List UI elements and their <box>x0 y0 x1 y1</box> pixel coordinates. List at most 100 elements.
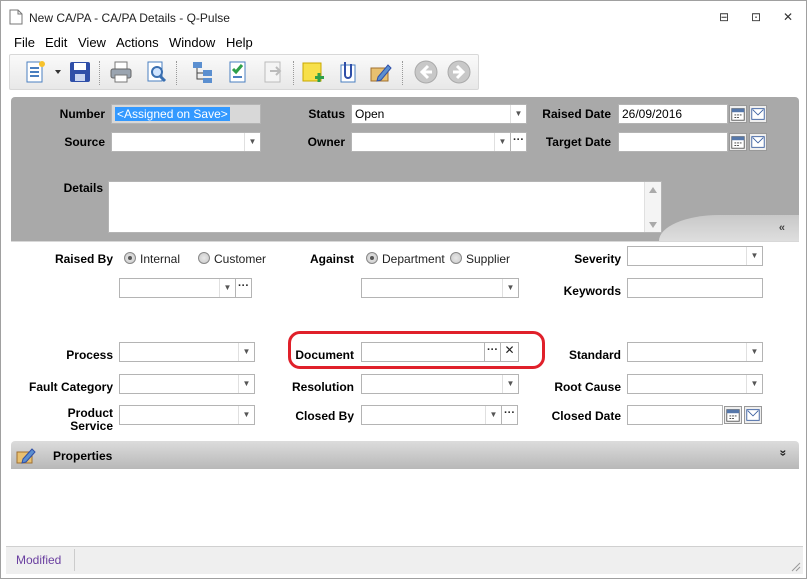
document-clear-button[interactable]: ✕ <box>500 342 519 362</box>
raised-by-name-dropdown[interactable]: ▼ <box>119 278 236 298</box>
print-preview-icon[interactable] <box>143 59 169 85</box>
details-label: Details <box>63 181 103 195</box>
raised-by-customer-radio[interactable] <box>198 252 210 264</box>
chevron-down-icon[interactable]: ▼ <box>746 375 762 393</box>
status-text: Modified <box>16 553 62 567</box>
calendar-icon[interactable] <box>729 105 747 123</box>
scroll-up-icon[interactable] <box>649 187 657 193</box>
raised-by-internal-radio[interactable] <box>124 252 136 264</box>
raised-by-internal-label: Internal <box>140 252 181 266</box>
edit-record-icon[interactable] <box>368 59 394 85</box>
document-label: Document <box>295 348 354 362</box>
owner-ellipsis-button[interactable]: ··· <box>510 132 527 152</box>
root-cause-dropdown[interactable]: ▼ <box>627 374 763 394</box>
menu-file[interactable]: File <box>14 35 35 50</box>
details-textarea[interactable] <box>108 181 662 233</box>
standard-label: Standard <box>568 348 621 362</box>
standard-dropdown[interactable]: ▼ <box>627 342 763 362</box>
save-icon[interactable] <box>67 59 93 85</box>
expand-properties-icon[interactable]: » <box>777 450 791 457</box>
minimize-button[interactable]: ⊟ <box>711 7 737 27</box>
menu-view[interactable]: View <box>78 35 106 50</box>
checklist-icon[interactable] <box>225 59 251 85</box>
collapse-header-icon[interactable]: « <box>779 222 785 234</box>
chevron-down-icon[interactable]: ▼ <box>244 133 260 151</box>
chevron-down-icon[interactable]: ▼ <box>485 406 501 424</box>
menu-help[interactable]: Help <box>226 35 253 50</box>
process-label: Process <box>66 348 113 362</box>
fault-category-dropdown[interactable]: ▼ <box>119 374 255 394</box>
closed-by-ellipsis-button[interactable]: ··· <box>501 405 518 425</box>
source-dropdown[interactable]: ▼ <box>111 132 261 152</box>
raised-by-label: Raised By <box>54 252 113 266</box>
chevron-down-icon[interactable]: ▼ <box>746 343 762 361</box>
app-window: New CA/PA - CA/PA Details - Q-Pulse ⊟ ⊡ … <box>0 0 807 579</box>
fault-category-label: Fault Category <box>28 380 113 394</box>
status-divider <box>74 549 75 571</box>
chevron-down-icon[interactable]: ▼ <box>746 247 762 265</box>
calendar-icon[interactable] <box>724 406 742 424</box>
chevron-down-icon[interactable]: ▼ <box>238 375 254 393</box>
date-picker-icon[interactable] <box>749 133 767 151</box>
raised-by-ellipsis-button[interactable]: ··· <box>235 278 252 298</box>
owner-dropdown[interactable]: ▼ <box>351 132 511 152</box>
against-supplier-label: Supplier <box>466 252 511 266</box>
process-dropdown[interactable]: ▼ <box>119 342 255 362</box>
close-button[interactable]: ✕ <box>775 7 801 27</box>
status-value: Open <box>355 107 385 121</box>
chevron-down-icon[interactable]: ▼ <box>238 343 254 361</box>
hierarchy-icon[interactable] <box>190 59 216 85</box>
restore-button[interactable]: ⊡ <box>743 7 769 27</box>
keywords-input[interactable] <box>627 278 763 298</box>
target-date-field[interactable] <box>618 132 728 152</box>
raised-date-label: Raised Date <box>542 107 611 121</box>
number-label: Number <box>59 107 105 121</box>
toolbar-separator <box>402 61 403 85</box>
chevron-down-icon[interactable]: ▼ <box>510 105 526 123</box>
closed-by-dropdown[interactable]: ▼ <box>361 405 502 425</box>
raised-date-field[interactable]: 26/09/2016 <box>618 104 728 124</box>
product-label: Product <box>67 406 113 420</box>
toolbar-separator <box>293 61 294 85</box>
new-dropdown-icon[interactable] <box>54 68 62 76</box>
chevron-down-icon[interactable]: ▼ <box>502 279 518 297</box>
number-value: <Assigned on Save> <box>115 107 230 121</box>
against-label: Against <box>309 252 354 266</box>
chevron-down-icon[interactable]: ▼ <box>219 279 235 297</box>
new-document-icon[interactable] <box>22 59 48 85</box>
against-department-radio[interactable] <box>366 252 378 264</box>
menu-actions[interactable]: Actions <box>116 35 159 50</box>
chevron-down-icon[interactable]: ▼ <box>502 375 518 393</box>
severity-dropdown[interactable]: ▼ <box>627 246 763 266</box>
chevron-down-icon[interactable]: ▼ <box>494 133 510 151</box>
status-dropdown[interactable]: Open ▼ <box>351 104 527 124</box>
service-label: Service <box>70 419 113 433</box>
properties-bar[interactable]: Properties » <box>11 441 799 469</box>
menu-window[interactable]: Window <box>169 35 215 50</box>
product-service-dropdown[interactable]: ▼ <box>119 405 255 425</box>
resize-grip-icon[interactable] <box>791 562 801 572</box>
document-input[interactable] <box>361 342 485 362</box>
add-note-icon[interactable] <box>300 59 326 85</box>
date-picker-icon[interactable] <box>744 406 762 424</box>
chevron-down-icon[interactable]: ▼ <box>238 406 254 424</box>
calendar-icon[interactable] <box>729 133 747 151</box>
closed-by-label: Closed By <box>295 409 354 423</box>
root-cause-label: Root Cause <box>554 380 621 394</box>
document-ellipsis-button[interactable]: ··· <box>484 342 501 362</box>
status-label: Status <box>308 107 345 121</box>
against-supplier-radio[interactable] <box>450 252 462 264</box>
severity-label: Severity <box>574 252 621 266</box>
forward-arrow-icon <box>447 60 471 84</box>
date-picker-icon[interactable] <box>749 105 767 123</box>
raised-by-customer-label: Customer <box>214 252 267 266</box>
details-scrollbar[interactable] <box>644 182 661 232</box>
menu-edit[interactable]: Edit <box>45 35 67 50</box>
closed-date-field[interactable] <box>627 405 723 425</box>
scroll-down-icon[interactable] <box>649 222 657 228</box>
print-icon[interactable] <box>108 59 134 85</box>
against-department-dropdown[interactable]: ▼ <box>361 278 519 298</box>
resolution-dropdown[interactable]: ▼ <box>361 374 519 394</box>
attachment-icon[interactable] <box>335 59 361 85</box>
window-title: New CA/PA - CA/PA Details - Q-Pulse <box>29 11 230 25</box>
